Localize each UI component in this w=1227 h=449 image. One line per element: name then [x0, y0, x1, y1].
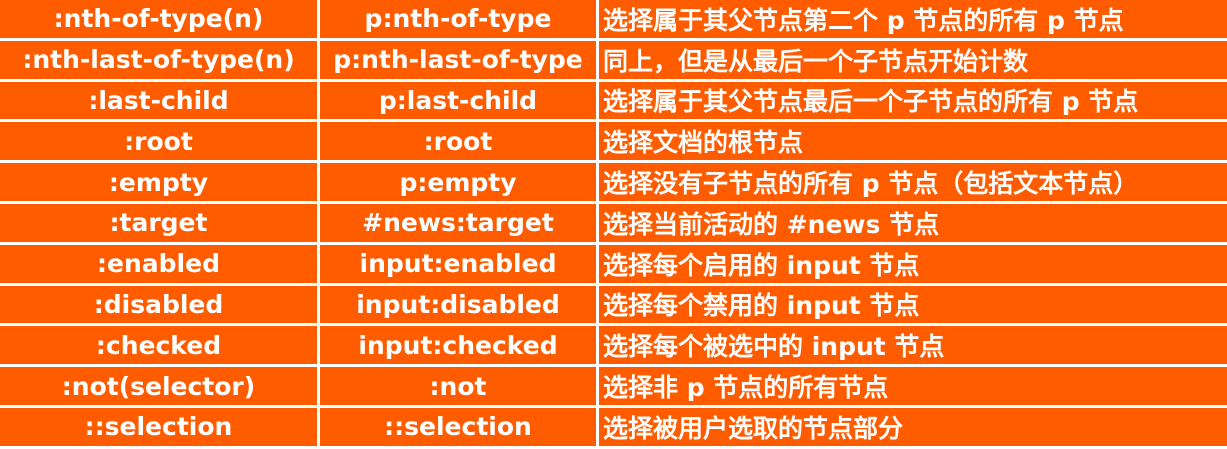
example-cell: #news:target — [320, 203, 599, 245]
selector-cell: :empty — [0, 163, 320, 204]
selector-cell: :not(selector) — [0, 367, 320, 408]
example-cell: input:disabled — [320, 285, 599, 327]
example-cell: p:nth-of-type — [320, 0, 599, 41]
description-cell: 选择属于其父节点第二个 p 节点的所有 p 节点 — [599, 0, 1227, 41]
description-cell: 选择每个被选中的 input 节点 — [599, 326, 1227, 368]
example-cell: ::selection — [320, 407, 599, 449]
description-cell: 选择没有子节点的所有 p 节点（包括文本节点） — [599, 163, 1227, 204]
css-selector-table: :nth-of-type(n) p:nth-of-type 选择属于其父节点第二… — [0, 0, 1227, 449]
selector-cell: :enabled — [0, 244, 320, 286]
selector-cell: :root — [0, 122, 320, 164]
selector-cell: :nth-last-of-type(n) — [0, 40, 320, 82]
example-cell: input:checked — [320, 326, 599, 368]
example-cell: p:nth-last-of-type — [320, 40, 599, 82]
selector-cell: :target — [0, 203, 320, 245]
description-cell: 选择被用户选取的节点部分 — [599, 407, 1227, 449]
example-cell: p:last-child — [320, 81, 599, 123]
selector-cell: ::selection — [0, 407, 320, 449]
example-cell: p:empty — [320, 163, 599, 204]
description-cell: 选择当前活动的 #news 节点 — [599, 203, 1227, 245]
example-cell: :root — [320, 122, 599, 164]
example-cell: :not — [320, 367, 599, 408]
selector-cell: :checked — [0, 326, 320, 368]
description-cell: 选择每个启用的 input 节点 — [599, 244, 1227, 286]
selector-cell: :nth-of-type(n) — [0, 0, 320, 41]
selector-cell: :last-child — [0, 81, 320, 123]
description-cell: 选择属于其父节点最后一个子节点的所有 p 节点 — [599, 81, 1227, 123]
example-cell: input:enabled — [320, 244, 599, 286]
description-cell: 同上，但是从最后一个子节点开始计数 — [599, 40, 1227, 82]
description-cell: 选择非 p 节点的所有节点 — [599, 367, 1227, 408]
selector-cell: :disabled — [0, 285, 320, 327]
description-cell: 选择文档的根节点 — [599, 122, 1227, 164]
description-cell: 选择每个禁用的 input 节点 — [599, 285, 1227, 327]
